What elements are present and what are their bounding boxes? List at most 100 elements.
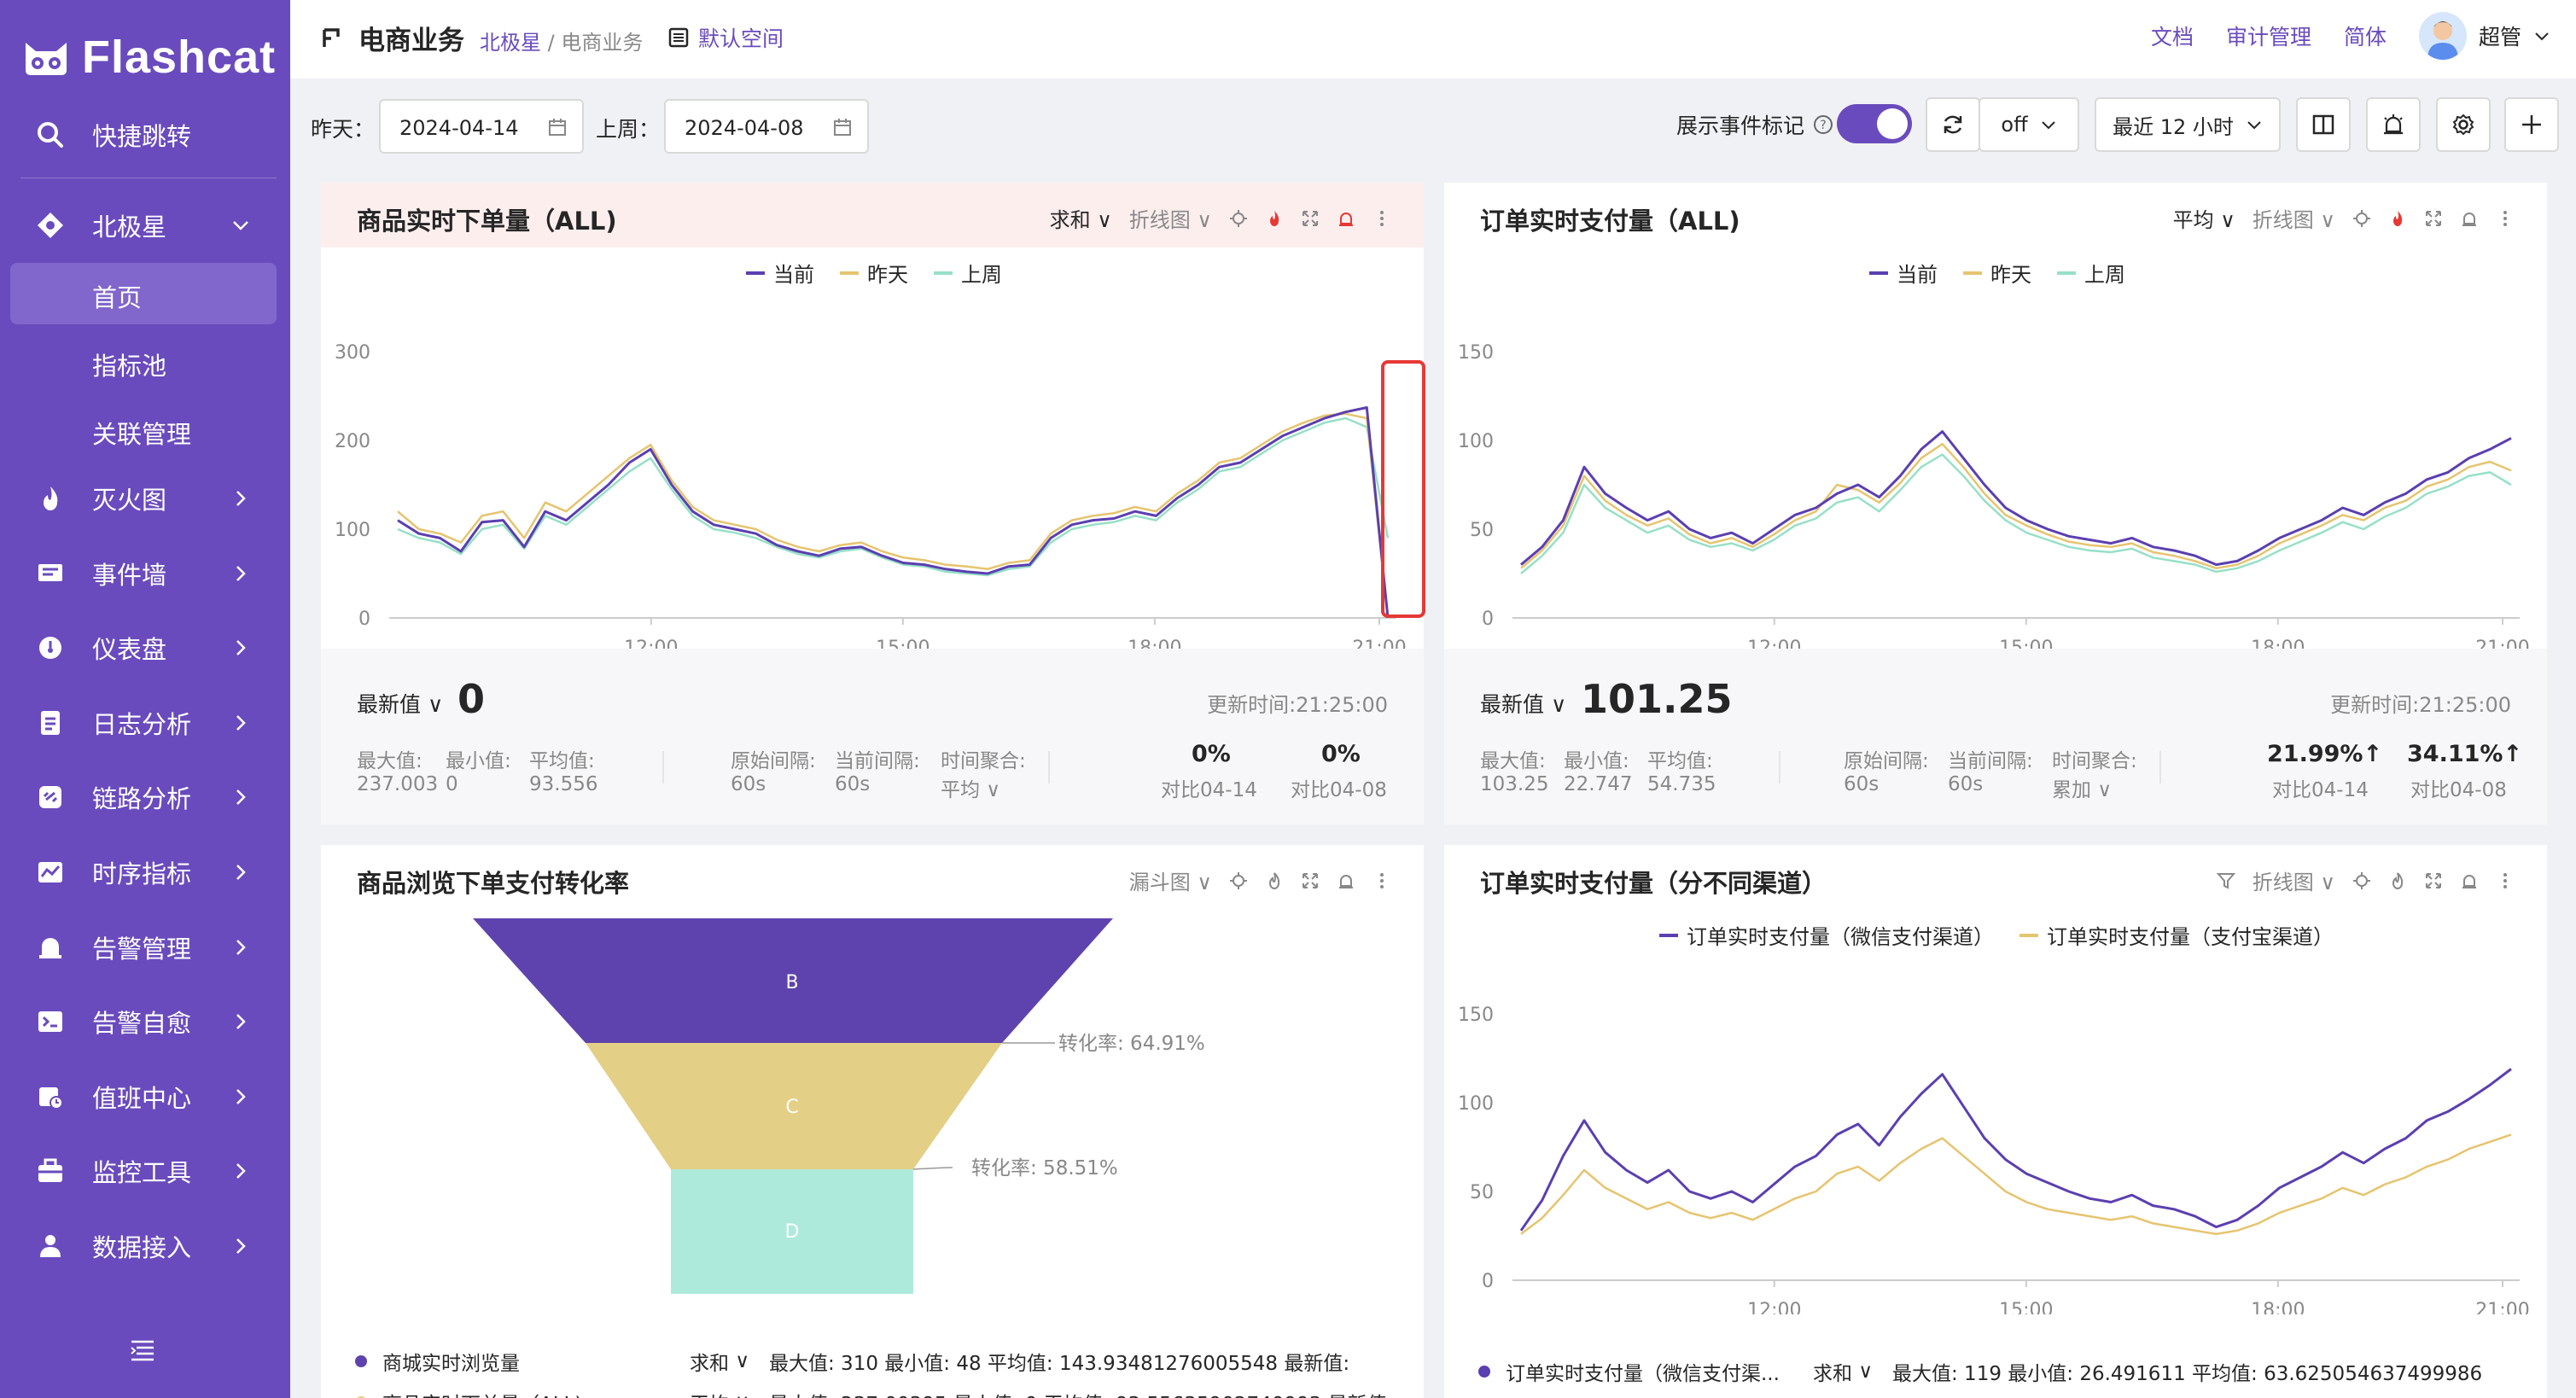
legend-item[interactable]: 昨天: [840, 258, 908, 288]
time-agg-select[interactable]: 累加 ∨: [2052, 773, 2112, 802]
sidebar-item-event-wall[interactable]: 事件墙: [0, 541, 290, 606]
sidebar-item-fire[interactable]: 灭火图: [0, 466, 290, 531]
sidebar-subitem-home[interactable]: 首页: [92, 278, 142, 314]
chart-type-select[interactable]: 折线图 ∨: [2253, 203, 2335, 233]
alarm-bell-icon[interactable]: [2460, 209, 2479, 228]
compare-yesterday-value: 21.99%↑: [2267, 741, 2383, 767]
menu-collapse-icon[interactable]: [128, 1338, 157, 1364]
locate-icon[interactable]: [2352, 871, 2371, 890]
time-range-select[interactable]: 最近 12 小时: [2095, 97, 2281, 152]
sidebar-item-data-ingest[interactable]: 数据接入: [0, 1214, 290, 1279]
time-agg-select[interactable]: 平均 ∨: [941, 773, 1000, 802]
series-line-0: [1520, 430, 2512, 567]
language-switch[interactable]: 简体: [2344, 20, 2387, 51]
space-selector[interactable]: 默认空间: [667, 22, 784, 53]
series-line-1: [1520, 442, 2512, 570]
filter-icon[interactable]: [2216, 871, 2235, 890]
expand-icon[interactable]: [2424, 209, 2443, 228]
fire-icon[interactable]: [2388, 871, 2407, 890]
panel-tools: 平均 ∨ 折线图 ∨: [2173, 203, 2515, 233]
sidebar-subitem-metric-pool[interactable]: 指标池: [92, 347, 166, 382]
x-tick-label: 15:00: [1999, 1300, 2053, 1314]
chevron-right-icon: [236, 1238, 246, 1254]
log-icon: [41, 710, 60, 735]
docs-link[interactable]: 文档: [2151, 20, 2194, 51]
add-panel-button[interactable]: [2504, 97, 2559, 152]
sidebar-subitem-relation[interactable]: 关联管理: [92, 415, 191, 451]
panel-tools: 求和 ∨ 折线图 ∨: [1050, 203, 1391, 233]
series-row: 商品实时下单量（ALL): [355, 1388, 582, 1398]
event-marks-toggle[interactable]: [1837, 104, 1912, 143]
help-icon[interactable]: ?: [1813, 114, 1833, 135]
refresh-button[interactable]: [1926, 97, 1980, 152]
user-menu[interactable]: 超管: [2418, 12, 2550, 60]
sidebar-item-quick-jump[interactable]: 快捷跳转: [0, 102, 290, 167]
sidebar-item-dashboard[interactable]: 仪表盘: [0, 615, 290, 680]
series-agg-select[interactable]: 平均 ∨: [690, 1388, 749, 1398]
legend-item[interactable]: 上周: [934, 258, 1002, 288]
compare-lastweek-label: 对比04-08: [1291, 779, 1387, 801]
panel-stats: 最新值 ∨ 101.25 更新时间:21:25:00 最大值: 103.25 最…: [1444, 649, 2547, 824]
locate-icon[interactable]: [1229, 209, 1248, 228]
more-icon[interactable]: [2496, 871, 2515, 890]
sidebar-item-label: 灭火图: [92, 486, 167, 515]
brand-logo[interactable]: Flashcat: [20, 31, 276, 84]
legend-item[interactable]: 订单实时支付量（支付宝渠道）: [2019, 920, 2334, 950]
fire-icon[interactable]: [2388, 209, 2407, 228]
chevron-right-icon: [236, 491, 246, 506]
breadcrumb-link[interactable]: 北极星: [480, 31, 541, 55]
compare-lastweek-label: 对比04-08: [2410, 779, 2507, 801]
more-icon[interactable]: [2496, 209, 2515, 228]
chart-type-select[interactable]: 折线图 ∨: [1129, 203, 1212, 233]
agg-select[interactable]: 求和 ∨: [1050, 203, 1112, 233]
chart-type-select[interactable]: 折线图 ∨: [2253, 865, 2335, 895]
layout-button[interactable]: [2296, 97, 2351, 152]
latest-select[interactable]: 最新值 ∨: [1480, 688, 1566, 719]
compass-icon: [38, 213, 63, 238]
sidebar-item-monitor-tools[interactable]: 监控工具: [0, 1139, 290, 1203]
alarm-bell-icon[interactable]: [1337, 209, 1355, 228]
expand-icon[interactable]: [2424, 871, 2443, 890]
stat-max-label: 最大值:: [1480, 750, 1546, 772]
legend-item[interactable]: 昨天: [1963, 258, 2031, 288]
more-icon[interactable]: [1373, 209, 1391, 228]
series-row: 商城实时浏览量: [355, 1347, 520, 1376]
settings-button[interactable]: [2436, 97, 2491, 152]
back-icon[interactable]: [319, 26, 343, 50]
agg-select[interactable]: 平均 ∨: [2173, 203, 2235, 233]
oncall-icon: [39, 1086, 63, 1110]
alert-rule-button[interactable]: [2366, 97, 2421, 152]
yesterday-date-picker[interactable]: 2024-04-14: [379, 99, 584, 154]
refresh-interval-select[interactable]: off: [1979, 97, 2079, 152]
funnel-label-c: C: [785, 1097, 798, 1118]
sidebar-item-self-healing[interactable]: 告警自愈: [0, 989, 290, 1054]
y-tick-label: 100: [1458, 1093, 1494, 1115]
sidebar-item-label: 快捷跳转: [92, 122, 192, 151]
series-agg-select[interactable]: 求和 ∨: [690, 1347, 749, 1376]
legend-item[interactable]: 订单实时支付量（微信支付渠道）: [1659, 920, 1994, 950]
sidebar-item-log-analysis[interactable]: 日志分析: [0, 690, 290, 755]
fire-icon[interactable]: [1265, 209, 1284, 228]
sidebar-item-label: 数据接入: [92, 1233, 192, 1262]
lastweek-date-picker[interactable]: 2024-04-08: [664, 99, 869, 154]
legend-item[interactable]: 上周: [2057, 258, 2125, 288]
alarm-bell-icon[interactable]: [2460, 871, 2479, 890]
audit-link[interactable]: 审计管理: [2226, 20, 2311, 51]
locate-icon[interactable]: [2352, 209, 2371, 228]
panel-header: 订单实时支付量（分不同渠道） 折线图 ∨: [1444, 845, 2547, 910]
sidebar: Flashcat 快捷跳转 北极星 首页 指标池 关联管理 灭火图事件墙仪表盘日…: [0, 0, 290, 1398]
expand-icon[interactable]: [1301, 209, 1320, 228]
sidebar-active-highlight: [10, 263, 277, 324]
sidebar-item-alarm-management[interactable]: 告警管理: [0, 915, 290, 980]
sidebar-item-trace-analysis[interactable]: 链路分析: [0, 765, 290, 830]
latest-select[interactable]: 最新值 ∨: [357, 688, 443, 719]
series-stats: 最大值: 310 最小值: 48 平均值: 143.93481276005548…: [769, 1353, 1350, 1375]
sidebar-item-polaris[interactable]: 北极星: [0, 193, 290, 258]
sidebar-item-timeseries[interactable]: 时序指标: [0, 840, 290, 905]
series-agg-select[interactable]: 求和 ∨: [1813, 1357, 1873, 1386]
legend-item[interactable]: 当前: [746, 258, 814, 288]
line-chart-payment-by-channel: 0 50 100 150 12:00 15:00 18:00 21:00: [1458, 1005, 2530, 1314]
refresh-icon: [1944, 115, 1962, 134]
sidebar-item-oncall[interactable]: 值班中心: [0, 1064, 290, 1129]
legend-item[interactable]: 当前: [1869, 258, 1938, 288]
